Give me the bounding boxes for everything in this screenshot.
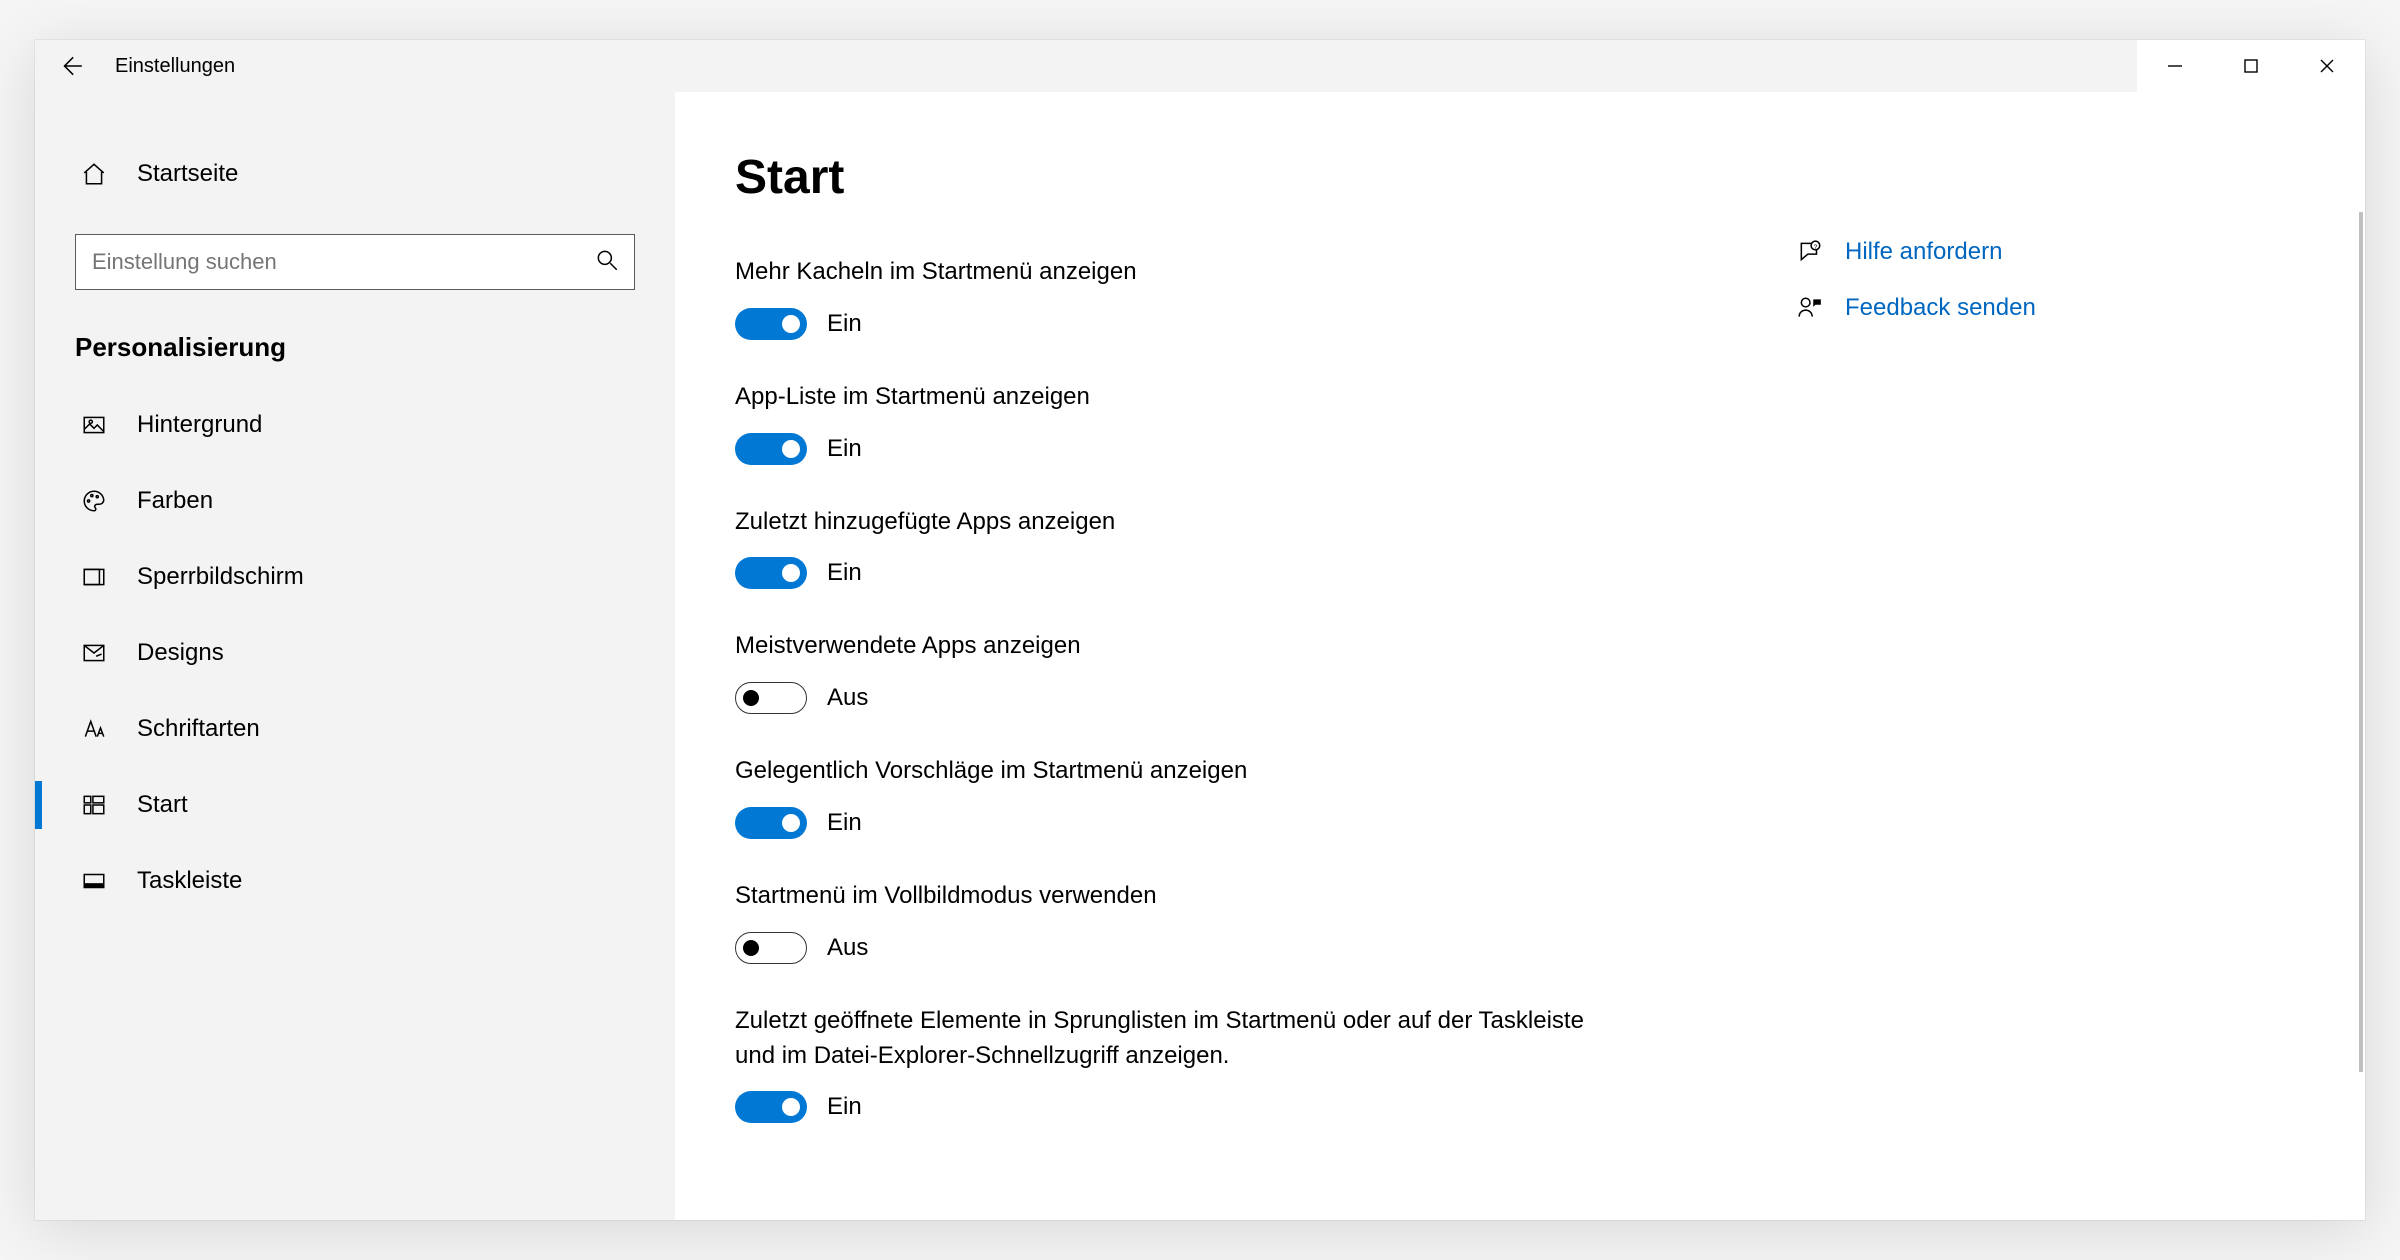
- setting-label: Zuletzt hinzugefügte Apps anzeigen: [735, 505, 1615, 540]
- taskbar-icon: [75, 868, 113, 894]
- toggle-knob: [782, 315, 800, 333]
- palette-icon: [75, 488, 113, 514]
- sidebar-item-label: Schriftarten: [137, 715, 260, 743]
- search-icon: [594, 247, 620, 278]
- toggle-knob: [782, 440, 800, 458]
- toggle-knob: [743, 940, 759, 956]
- picture-icon: [75, 412, 113, 438]
- lockscreen-icon: [75, 564, 113, 590]
- start-icon: [75, 792, 113, 818]
- toggle-switch[interactable]: [735, 557, 807, 589]
- arrow-left-icon: [58, 53, 84, 79]
- main-panel: Start Mehr Kacheln im Startmenü anzeigen…: [675, 92, 2365, 1220]
- close-icon: [2317, 56, 2337, 76]
- window-title: Einstellungen: [107, 55, 235, 78]
- fonts-icon: [75, 716, 113, 742]
- sidebar-item-sperrbildschirm[interactable]: Sperrbildschirm: [35, 539, 675, 615]
- page-heading: Start: [735, 150, 1755, 205]
- setting-5: Startmenü im Vollbildmodus verwenden Aus: [735, 879, 1755, 964]
- toggle-knob: [782, 814, 800, 832]
- feedback-link-label: Feedback senden: [1845, 294, 2036, 322]
- home-icon: [75, 161, 113, 187]
- window-controls: [2137, 40, 2365, 92]
- feedback-icon: [1795, 295, 1825, 321]
- sidebar-item-start[interactable]: Start: [35, 767, 675, 843]
- setting-6: Zuletzt geöffnete Elemente in Sprunglist…: [735, 1004, 1755, 1124]
- sidebar-item-label: Hintergrund: [137, 411, 262, 439]
- setting-label: Meistverwendete Apps anzeigen: [735, 629, 1615, 664]
- toggle-switch[interactable]: [735, 807, 807, 839]
- toggle-state-label: Aus: [827, 934, 868, 962]
- help-link-label: Hilfe anfordern: [1845, 238, 2002, 266]
- setting-label: Mehr Kacheln im Startmenü anzeigen: [735, 255, 1615, 290]
- setting-1: App-Liste im Startmenü anzeigen Ein: [735, 380, 1755, 465]
- feedback-link[interactable]: Feedback senden: [1795, 294, 2235, 322]
- help-link[interactable]: ? Hilfe anfordern: [1795, 238, 2235, 266]
- toggle-knob: [782, 564, 800, 582]
- sidebar-item-label: Designs: [137, 639, 224, 667]
- setting-label: Zuletzt geöffnete Elemente in Sprunglist…: [735, 1004, 1615, 1074]
- toggle-state-label: Aus: [827, 684, 868, 712]
- content: Start Mehr Kacheln im Startmenü anzeigen…: [735, 150, 1755, 1220]
- minimize-button[interactable]: [2137, 40, 2213, 92]
- toggle-switch[interactable]: [735, 682, 807, 714]
- close-button[interactable]: [2289, 40, 2365, 92]
- sidebar-item-farben[interactable]: Farben: [35, 463, 675, 539]
- toggle-switch[interactable]: [735, 932, 807, 964]
- sidebar-item-label: Farben: [137, 487, 213, 515]
- sidebar-item-label: Taskleiste: [137, 867, 242, 895]
- titlebar: Einstellungen: [35, 40, 2365, 92]
- back-button[interactable]: [35, 40, 107, 92]
- toggle-state-label: Ein: [827, 809, 862, 837]
- toggle-switch[interactable]: [735, 1091, 807, 1123]
- sidebar-item-label: Start: [137, 791, 188, 819]
- maximize-icon: [2242, 57, 2260, 75]
- toggle-state-label: Ein: [827, 435, 862, 463]
- toggle-state-label: Ein: [827, 1093, 862, 1121]
- right-column: ? Hilfe anfordern Feedback senden: [1755, 150, 2235, 1220]
- sidebar-home-label: Startseite: [137, 160, 238, 188]
- maximize-button[interactable]: [2213, 40, 2289, 92]
- toggle-switch[interactable]: [735, 433, 807, 465]
- sidebar-home[interactable]: Startseite: [35, 138, 675, 210]
- search-field[interactable]: [92, 249, 594, 275]
- sidebar-item-schriftarten[interactable]: Schriftarten: [35, 691, 675, 767]
- toggle-state-label: Ein: [827, 559, 862, 587]
- toggle-switch[interactable]: [735, 308, 807, 340]
- setting-0: Mehr Kacheln im Startmenü anzeigen Ein: [735, 255, 1755, 340]
- minimize-icon: [2165, 56, 2185, 76]
- sidebar: Startseite Personalisierung Hintergrund F…: [35, 92, 675, 1220]
- setting-2: Zuletzt hinzugefügte Apps anzeigen Ein: [735, 505, 1755, 590]
- themes-icon: [75, 640, 113, 666]
- svg-text:?: ?: [1814, 244, 1818, 251]
- toggle-knob: [782, 1098, 800, 1116]
- search-input[interactable]: [75, 234, 635, 290]
- sidebar-item-taskleiste[interactable]: Taskleiste: [35, 843, 675, 919]
- sidebar-section-label: Personalisierung: [35, 318, 675, 387]
- setting-label: App-Liste im Startmenü anzeigen: [735, 380, 1615, 415]
- toggle-state-label: Ein: [827, 310, 862, 338]
- setting-label: Gelegentlich Vorschläge im Startmenü anz…: [735, 754, 1615, 789]
- sidebar-item-designs[interactable]: Designs: [35, 615, 675, 691]
- setting-3: Meistverwendete Apps anzeigen Aus: [735, 629, 1755, 714]
- setting-label: Startmenü im Vollbildmodus verwenden: [735, 879, 1615, 914]
- sidebar-item-label: Sperrbildschirm: [137, 563, 304, 591]
- toggle-knob: [743, 690, 759, 706]
- setting-4: Gelegentlich Vorschläge im Startmenü anz…: [735, 754, 1755, 839]
- scrollbar[interactable]: [2359, 212, 2363, 1072]
- sidebar-item-hintergrund[interactable]: Hintergrund: [35, 387, 675, 463]
- help-icon: ?: [1795, 239, 1825, 265]
- settings-window: Einstellungen Startseite: [35, 40, 2365, 1220]
